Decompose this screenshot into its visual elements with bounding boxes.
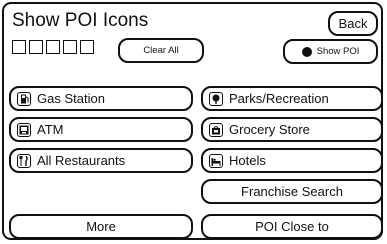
poi-icon-slot: [29, 40, 43, 54]
poi-category-parks-recreation[interactable]: Parks/Recreation: [201, 86, 383, 111]
poi-icon-slot: [63, 40, 77, 54]
poi-category-label: All Restaurants: [37, 153, 126, 168]
poi-close-to-label: POI Close to: [255, 219, 329, 234]
poi-category-all-restaurants[interactable]: All Restaurants: [9, 148, 193, 173]
show-poi-indicator-icon: [301, 46, 312, 57]
atm-icon: [17, 122, 31, 137]
poi-category-label: Gas Station: [37, 91, 105, 106]
poi-icon-slot: [80, 40, 94, 54]
more-label: More: [86, 219, 116, 234]
poi-category-hotels[interactable]: Hotels: [201, 148, 383, 173]
clear-all-label: Clear All: [143, 45, 179, 56]
poi-category-label: ATM: [37, 122, 64, 137]
poi-icon-slot: [12, 40, 26, 54]
poi-category-label: Grocery Store: [229, 122, 310, 137]
poi-icon-slots: [12, 40, 94, 54]
franchise-search-button[interactable]: Franchise Search: [201, 179, 383, 204]
poi-icon-slot: [46, 40, 60, 54]
franchise-search-label: Franchise Search: [241, 184, 343, 199]
poi-category-atm[interactable]: ATM: [9, 117, 193, 142]
clear-all-button[interactable]: Clear All: [118, 38, 204, 63]
poi-category-label: Hotels: [229, 153, 266, 168]
grocery-bag-icon: [209, 122, 223, 137]
gas-pump-icon: [17, 91, 31, 106]
page-title: Show POI Icons: [12, 10, 149, 31]
more-button[interactable]: More: [9, 214, 193, 239]
poi-category-gas-station[interactable]: Gas Station: [9, 86, 193, 111]
bed-icon: [209, 153, 223, 168]
poi-close-to-button[interactable]: POI Close to: [201, 214, 383, 239]
back-button-label: Back: [338, 16, 368, 31]
show-poi-button[interactable]: Show POI: [283, 39, 378, 64]
back-button[interactable]: Back: [328, 11, 378, 36]
poi-category-label: Parks/Recreation: [229, 91, 329, 106]
fork-knife-icon: [17, 153, 31, 168]
show-poi-label: Show POI: [316, 46, 360, 57]
tree-icon: [209, 91, 223, 106]
poi-category-grocery-store[interactable]: Grocery Store: [201, 117, 383, 142]
